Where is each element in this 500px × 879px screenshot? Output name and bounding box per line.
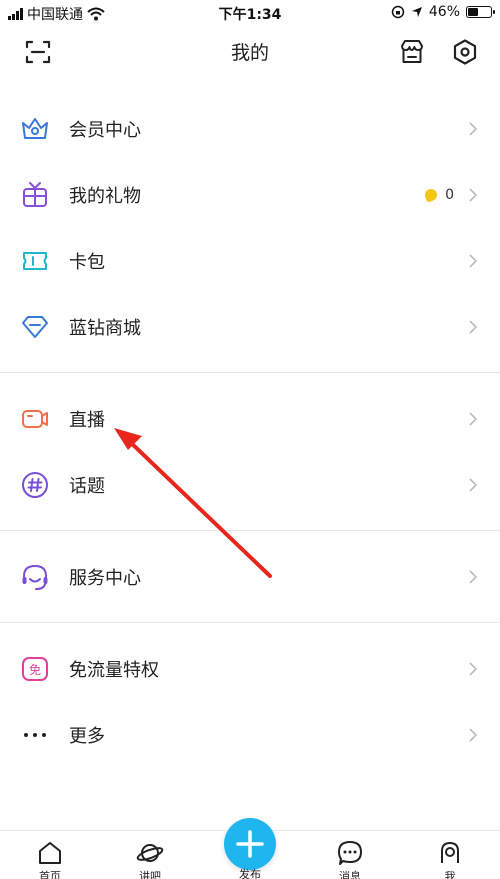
tab-label: 消息 bbox=[339, 870, 361, 879]
status-right: 46% bbox=[391, 4, 495, 20]
message-icon bbox=[338, 841, 362, 865]
menu-group-account: 会员中心 我的礼物 0 卡包 蓝钻商城 bbox=[0, 96, 500, 360]
home-icon bbox=[39, 842, 61, 864]
gift-count: 0 bbox=[423, 187, 454, 203]
menu-item-card-wallet[interactable]: 卡包 bbox=[0, 228, 500, 294]
chevron-right-icon bbox=[469, 412, 478, 426]
menu-label: 免流量特权 bbox=[69, 660, 159, 681]
battery-percent: 46% bbox=[428, 4, 460, 20]
battery-icon bbox=[466, 6, 495, 18]
headset-icon bbox=[22, 564, 48, 590]
shop-icon[interactable] bbox=[398, 38, 426, 66]
tab-label: 首页 bbox=[39, 870, 61, 879]
diamond-icon bbox=[22, 316, 48, 338]
chevron-right-icon bbox=[469, 662, 478, 676]
menu-item-vip-center[interactable]: 会员中心 bbox=[0, 96, 500, 162]
tab-messages[interactable]: 消息 bbox=[320, 839, 380, 879]
chevron-right-icon bbox=[469, 254, 478, 268]
menu-item-more[interactable]: 更多 bbox=[0, 702, 500, 768]
location-icon bbox=[411, 7, 422, 17]
menu-label: 蓝钻商城 bbox=[69, 318, 141, 339]
gift-icon bbox=[23, 182, 47, 207]
menu-label: 卡包 bbox=[69, 252, 105, 273]
divider bbox=[0, 372, 500, 373]
plus-icon bbox=[236, 830, 264, 858]
profile-icon bbox=[441, 841, 459, 863]
hashtag-icon bbox=[22, 472, 48, 498]
chevron-right-icon bbox=[469, 188, 478, 202]
rotation-lock-icon bbox=[391, 5, 405, 19]
more-icon bbox=[24, 733, 46, 737]
menu-item-blue-diamond-mall[interactable]: 蓝钻商城 bbox=[0, 294, 500, 360]
menu-label: 更多 bbox=[69, 726, 105, 747]
menu-item-my-gifts[interactable]: 我的礼物 0 bbox=[0, 162, 500, 228]
menu-label: 话题 bbox=[69, 476, 105, 497]
chevron-right-icon bbox=[469, 478, 478, 492]
chevron-right-icon bbox=[469, 320, 478, 334]
tab-talk[interactable]: 讲吧 bbox=[120, 839, 180, 879]
menu-item-free-data[interactable]: 免 免流量特权 bbox=[0, 636, 500, 702]
divider bbox=[0, 530, 500, 531]
tab-home[interactable]: 首页 bbox=[20, 839, 80, 879]
battery-fill bbox=[468, 8, 479, 16]
menu-item-service-center[interactable]: 服务中心 bbox=[0, 544, 500, 610]
menu-item-live[interactable]: 直播 bbox=[0, 386, 500, 452]
coin-icon bbox=[423, 187, 439, 203]
crown-icon bbox=[22, 118, 48, 139]
chevron-right-icon bbox=[469, 122, 478, 136]
divider bbox=[0, 622, 500, 623]
menu-label: 会员中心 bbox=[69, 120, 141, 141]
gift-count-value: 0 bbox=[445, 187, 454, 203]
tab-me[interactable]: 我 bbox=[420, 839, 480, 879]
status-bar: 中国联通 下午1:34 46% bbox=[0, 0, 500, 26]
menu-item-topics[interactable]: 话题 bbox=[0, 452, 500, 518]
free-data-icon: 免 bbox=[22, 657, 48, 681]
planet-icon bbox=[136, 844, 164, 862]
menu-group-service: 服务中心 bbox=[0, 544, 500, 610]
menu-group-extra: 免 免流量特权 更多 bbox=[0, 636, 500, 768]
menu-group-content: 直播 话题 bbox=[0, 386, 500, 518]
tab-label: 讲吧 bbox=[139, 870, 161, 879]
camera-icon bbox=[22, 410, 48, 428]
chevron-right-icon bbox=[469, 728, 478, 742]
publish-button[interactable] bbox=[224, 818, 276, 870]
menu-label: 服务中心 bbox=[69, 568, 141, 589]
tab-label: 我 bbox=[444, 870, 456, 879]
chevron-right-icon bbox=[469, 570, 478, 584]
menu-label: 直播 bbox=[69, 410, 105, 431]
free-data-icon-text: 免 bbox=[29, 662, 41, 677]
publish-label: 发布 bbox=[239, 868, 261, 879]
settings-icon[interactable] bbox=[451, 38, 479, 66]
card-icon bbox=[23, 252, 47, 270]
menu-label: 我的礼物 bbox=[69, 186, 141, 207]
header: 我的 bbox=[0, 26, 500, 76]
